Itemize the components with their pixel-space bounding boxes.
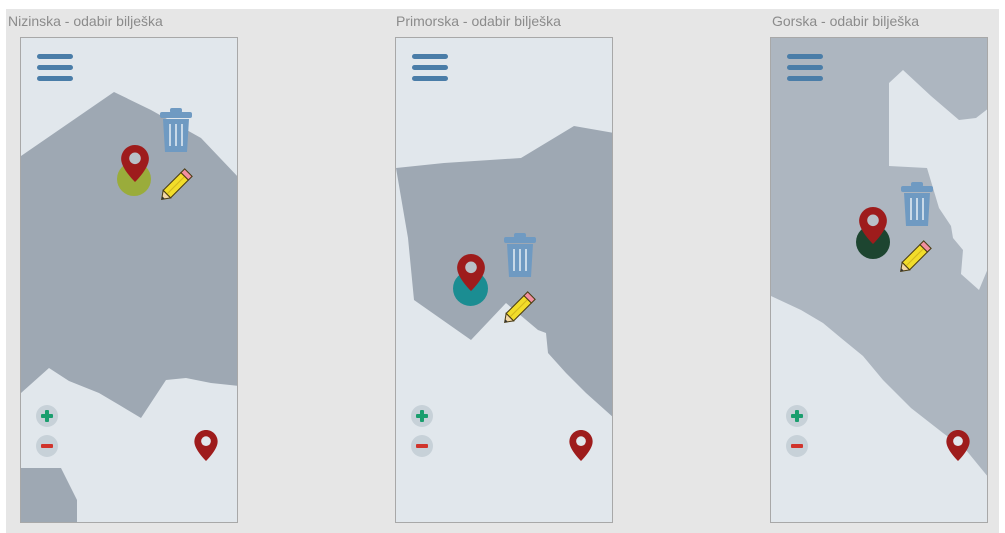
location-pin-icon[interactable] bbox=[946, 430, 970, 461]
trash-icon[interactable] bbox=[159, 108, 193, 154]
map-pin-icon[interactable] bbox=[859, 207, 887, 244]
pencil-icon[interactable] bbox=[896, 234, 938, 276]
map-pin-icon[interactable] bbox=[121, 145, 149, 182]
phone-gorska bbox=[770, 37, 988, 523]
phone-primorska bbox=[395, 37, 613, 523]
zoom-out-button[interactable] bbox=[36, 435, 58, 457]
pencil-icon[interactable] bbox=[500, 285, 542, 327]
location-pin-icon[interactable] bbox=[569, 430, 593, 461]
zoom-in-button[interactable] bbox=[786, 405, 808, 427]
zoom-in-button[interactable] bbox=[411, 405, 433, 427]
hamburger-menu-icon[interactable] bbox=[787, 54, 823, 82]
trash-icon[interactable] bbox=[900, 182, 934, 228]
map-land bbox=[21, 468, 77, 522]
pencil-icon[interactable] bbox=[157, 162, 199, 204]
trash-icon[interactable] bbox=[503, 233, 537, 279]
map-land bbox=[21, 92, 237, 418]
panel-title-gorska: Gorska - odabir bilješka bbox=[772, 13, 920, 29]
hamburger-menu-icon[interactable] bbox=[37, 54, 73, 82]
panel-title-nizinska: Nizinska - odabir bilješka bbox=[8, 13, 163, 29]
location-pin-icon[interactable] bbox=[194, 430, 218, 461]
zoom-in-button[interactable] bbox=[36, 405, 58, 427]
hamburger-menu-icon[interactable] bbox=[412, 54, 448, 82]
phone-nizinska bbox=[20, 37, 238, 523]
map-pin-icon[interactable] bbox=[457, 254, 485, 291]
zoom-out-button[interactable] bbox=[411, 435, 433, 457]
zoom-out-button[interactable] bbox=[786, 435, 808, 457]
panel-title-primorska: Primorska - odabir bilješka bbox=[396, 13, 561, 29]
